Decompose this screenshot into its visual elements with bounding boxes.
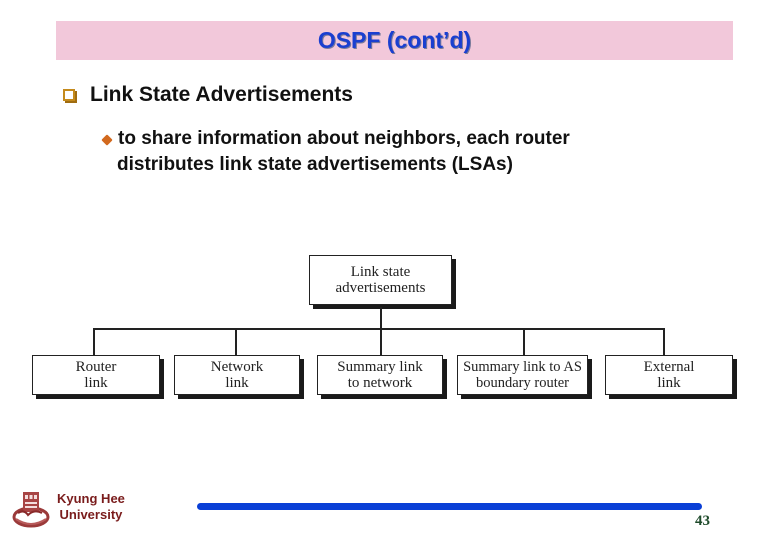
drop-connector-2 (235, 328, 237, 355)
child-box-line1: Summary link (337, 359, 423, 375)
root-box: Link state advertisements (309, 255, 452, 305)
drop-connector-1 (93, 328, 95, 355)
child-box-line1: Network (210, 359, 264, 375)
bullet-text: to share information about neighbors, ea… (116, 126, 676, 178)
child-box-router-link: Router link (32, 355, 160, 395)
square-bullet-icon (63, 89, 75, 101)
drop-connector-4 (523, 328, 525, 355)
university-name-line2: University (59, 507, 123, 522)
child-box-external-link: External link (605, 355, 733, 395)
page-number: 43 (695, 513, 710, 529)
child-box-line2: link (84, 375, 108, 391)
university-name: Kyung Hee University (57, 491, 125, 523)
drop-connector-5 (663, 328, 665, 355)
footer-bar (197, 503, 702, 510)
section-heading: Link State Advertisements (90, 83, 353, 106)
child-box-line2: link (657, 375, 681, 391)
slide-title: OSPF (cont’d) (317, 27, 472, 53)
university-name-line1: Kyung Hee (57, 491, 125, 506)
root-box-line2: advertisements (335, 280, 426, 296)
child-box-network-link: Network link (174, 355, 300, 395)
child-box-line1: Router (75, 359, 117, 375)
child-box-line1: Summary link to AS (463, 359, 582, 375)
child-box-summary-asbr: Summary link to AS boundary router (457, 355, 588, 395)
bullet-text-line1: to share information about neighbors, ea… (118, 128, 570, 149)
child-box-summary-network: Summary link to network (317, 355, 443, 395)
university-seal-icon (12, 492, 50, 528)
child-box-line2: boundary router (475, 375, 569, 391)
child-box-line2: to network (347, 375, 413, 391)
diamond-bullet-icon (101, 134, 113, 146)
child-box-line1: External (643, 359, 695, 375)
bullet-text-line2: distributes link state advertisements (L… (117, 154, 513, 175)
root-connector (380, 307, 382, 355)
title-band: OSPF (cont’d) (56, 21, 733, 60)
root-box-line1: Link state (350, 264, 411, 280)
child-box-line2: link (225, 375, 249, 391)
horizontal-connector (93, 328, 664, 330)
